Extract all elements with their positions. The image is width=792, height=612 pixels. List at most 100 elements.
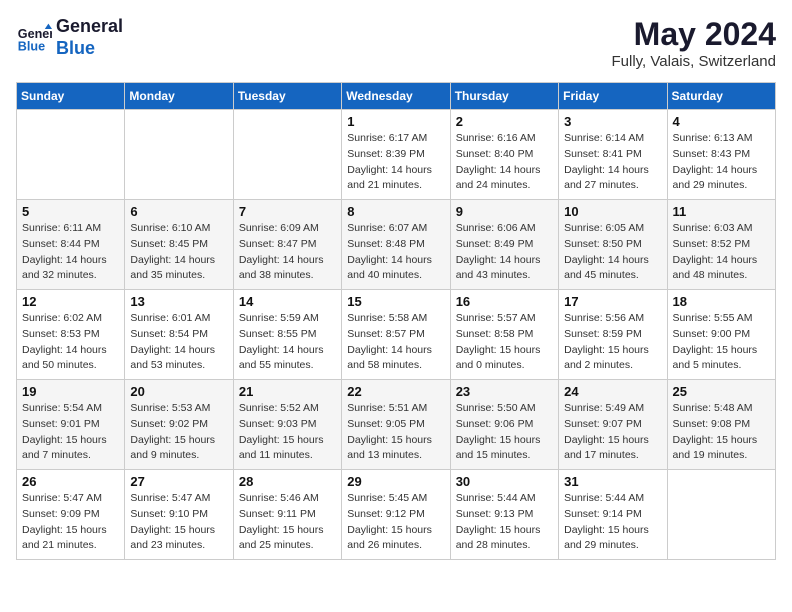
calendar-cell: 31 Sunrise: 5:44 AMSunset: 9:14 PMDayligh…: [559, 470, 667, 560]
calendar-week-row: 5 Sunrise: 6:11 AMSunset: 8:44 PMDaylight…: [17, 200, 776, 290]
day-info: Sunrise: 5:57 AMSunset: 8:58 PMDaylight:…: [456, 311, 553, 374]
calendar-cell: 26Sunrise: 5:47 AMSunset: 9:09 PMDayligh…: [17, 470, 125, 560]
day-number: 8: [347, 204, 444, 219]
day-info: Sunrise: 5:45 AMSunset: 9:12 PMDaylight:…: [347, 491, 444, 554]
day-number: 18: [673, 294, 770, 309]
day-info: Sunrise: 5:58 AMSunset: 8:57 PMDaylight:…: [347, 311, 444, 374]
logo-line1: General: [56, 16, 123, 38]
day-info: Sunrise: 6:11 AMSunset: 8:44 PMDaylight:…: [22, 221, 119, 284]
month-title: May 2024: [611, 16, 776, 53]
day-number: 31: [564, 474, 661, 489]
day-info: Sunrise: 5:54 AMSunset: 9:01 PMDaylight:…: [22, 401, 119, 464]
day-info: Sunrise: 6:13 AMSunset: 8:43 PMDaylight:…: [673, 131, 770, 194]
title-block: May 2024 Fully, Valais, Switzerland: [611, 16, 776, 70]
weekday-header: Friday: [559, 83, 667, 110]
day-info: Sunrise: 6:03 AMSunset: 8:52 PMDaylight:…: [673, 221, 770, 284]
calendar-cell: [233, 110, 341, 200]
calendar-cell: 24 Sunrise: 5:49 AMSunset: 9:07 PMDayligh…: [559, 380, 667, 470]
calendar-week-row: 19 Sunrise: 5:54 AMSunset: 9:01 PMDayligh…: [17, 380, 776, 470]
logo: General Blue General Blue: [16, 16, 123, 59]
day-number: 27: [130, 474, 227, 489]
day-number: 2: [456, 114, 553, 129]
day-number: 17: [564, 294, 661, 309]
calendar-cell: [17, 110, 125, 200]
day-number: 30: [456, 474, 553, 489]
day-info: Sunrise: 6:10 AMSunset: 8:45 PMDaylight:…: [130, 221, 227, 284]
day-info: Sunrise: 5:55 AMSunset: 9:00 PMDaylight:…: [673, 311, 770, 374]
page-header: General Blue General Blue May 2024 Fully…: [16, 16, 776, 70]
day-number: 21: [239, 384, 336, 399]
calendar-week-row: 12 Sunrise: 6:02 AMSunset: 8:53 PMDayligh…: [17, 290, 776, 380]
day-number: 22: [347, 384, 444, 399]
day-number: 15: [347, 294, 444, 309]
day-info: Sunrise: 6:07 AMSunset: 8:48 PMDaylight:…: [347, 221, 444, 284]
calendar-cell: 20Sunrise: 5:53 AMSunset: 9:02 PMDayligh…: [125, 380, 233, 470]
calendar-cell: 7 Sunrise: 6:09 AMSunset: 8:47 PMDaylight…: [233, 200, 341, 290]
calendar-week-row: 26Sunrise: 5:47 AMSunset: 9:09 PMDayligh…: [17, 470, 776, 560]
day-number: 1: [347, 114, 444, 129]
calendar-cell: 8 Sunrise: 6:07 AMSunset: 8:48 PMDaylight…: [342, 200, 450, 290]
day-info: Sunrise: 5:52 AMSunset: 9:03 PMDaylight:…: [239, 401, 336, 464]
day-info: Sunrise: 6:02 AMSunset: 8:53 PMDaylight:…: [22, 311, 119, 374]
day-number: 26: [22, 474, 119, 489]
day-info: Sunrise: 5:44 AMSunset: 9:13 PMDaylight:…: [456, 491, 553, 554]
day-number: 10: [564, 204, 661, 219]
day-number: 28: [239, 474, 336, 489]
day-info: Sunrise: 5:49 AMSunset: 9:07 PMDaylight:…: [564, 401, 661, 464]
calendar-cell: 14Sunrise: 5:59 AMSunset: 8:55 PMDayligh…: [233, 290, 341, 380]
day-info: Sunrise: 6:09 AMSunset: 8:47 PMDaylight:…: [239, 221, 336, 284]
calendar-cell: 22 Sunrise: 5:51 AMSunset: 9:05 PMDayligh…: [342, 380, 450, 470]
weekday-header: Sunday: [17, 83, 125, 110]
calendar-cell: 13 Sunrise: 6:01 AMSunset: 8:54 PMDayligh…: [125, 290, 233, 380]
calendar-cell: 5 Sunrise: 6:11 AMSunset: 8:44 PMDaylight…: [17, 200, 125, 290]
day-info: Sunrise: 6:01 AMSunset: 8:54 PMDaylight:…: [130, 311, 227, 374]
weekday-header: Tuesday: [233, 83, 341, 110]
calendar-cell: 10 Sunrise: 6:05 AMSunset: 8:50 PMDayligh…: [559, 200, 667, 290]
weekday-header: Wednesday: [342, 83, 450, 110]
calendar-cell: 23 Sunrise: 5:50 AMSunset: 9:06 PMDayligh…: [450, 380, 558, 470]
calendar-cell: 19 Sunrise: 5:54 AMSunset: 9:01 PMDayligh…: [17, 380, 125, 470]
day-info: Sunrise: 5:56 AMSunset: 8:59 PMDaylight:…: [564, 311, 661, 374]
calendar-header-row: SundayMondayTuesdayWednesdayThursdayFrid…: [17, 83, 776, 110]
day-info: Sunrise: 5:51 AMSunset: 9:05 PMDaylight:…: [347, 401, 444, 464]
day-info: Sunrise: 5:46 AMSunset: 9:11 PMDaylight:…: [239, 491, 336, 554]
weekday-header: Saturday: [667, 83, 775, 110]
day-info: Sunrise: 6:17 AMSunset: 8:39 PMDaylight:…: [347, 131, 444, 194]
day-info: Sunrise: 6:06 AMSunset: 8:49 PMDaylight:…: [456, 221, 553, 284]
calendar-cell: 17 Sunrise: 5:56 AMSunset: 8:59 PMDayligh…: [559, 290, 667, 380]
day-info: Sunrise: 5:48 AMSunset: 9:08 PMDaylight:…: [673, 401, 770, 464]
logo-icon: General Blue: [16, 20, 52, 56]
day-number: 11: [673, 204, 770, 219]
weekday-header: Monday: [125, 83, 233, 110]
day-info: Sunrise: 6:05 AMSunset: 8:50 PMDaylight:…: [564, 221, 661, 284]
calendar-cell: 6Sunrise: 6:10 AMSunset: 8:45 PMDaylight…: [125, 200, 233, 290]
day-info: Sunrise: 5:50 AMSunset: 9:06 PMDaylight:…: [456, 401, 553, 464]
calendar-cell: 3Sunrise: 6:14 AMSunset: 8:41 PMDaylight…: [559, 110, 667, 200]
svg-text:Blue: Blue: [18, 39, 45, 53]
calendar: SundayMondayTuesdayWednesdayThursdayFrid…: [16, 82, 776, 560]
day-number: 4: [673, 114, 770, 129]
day-number: 5: [22, 204, 119, 219]
day-info: Sunrise: 6:14 AMSunset: 8:41 PMDaylight:…: [564, 131, 661, 194]
day-number: 14: [239, 294, 336, 309]
calendar-cell: 4 Sunrise: 6:13 AMSunset: 8:43 PMDaylight…: [667, 110, 775, 200]
calendar-cell: 28 Sunrise: 5:46 AMSunset: 9:11 PMDayligh…: [233, 470, 341, 560]
day-number: 16: [456, 294, 553, 309]
calendar-cell: 21 Sunrise: 5:52 AMSunset: 9:03 PMDayligh…: [233, 380, 341, 470]
calendar-cell: 25 Sunrise: 5:48 AMSunset: 9:08 PMDayligh…: [667, 380, 775, 470]
day-number: 23: [456, 384, 553, 399]
day-number: 7: [239, 204, 336, 219]
day-number: 29: [347, 474, 444, 489]
day-number: 12: [22, 294, 119, 309]
calendar-cell: 16 Sunrise: 5:57 AMSunset: 8:58 PMDayligh…: [450, 290, 558, 380]
day-info: Sunrise: 5:44 AMSunset: 9:14 PMDaylight:…: [564, 491, 661, 554]
calendar-cell: 27Sunrise: 5:47 AMSunset: 9:10 PMDayligh…: [125, 470, 233, 560]
calendar-cell: 2Sunrise: 6:16 AMSunset: 8:40 PMDaylight…: [450, 110, 558, 200]
day-number: 24: [564, 384, 661, 399]
calendar-cell: 9Sunrise: 6:06 AMSunset: 8:49 PMDaylight…: [450, 200, 558, 290]
day-number: 13: [130, 294, 227, 309]
calendar-cell: 29 Sunrise: 5:45 AMSunset: 9:12 PMDayligh…: [342, 470, 450, 560]
day-number: 19: [22, 384, 119, 399]
day-number: 25: [673, 384, 770, 399]
day-info: Sunrise: 5:53 AMSunset: 9:02 PMDaylight:…: [130, 401, 227, 464]
